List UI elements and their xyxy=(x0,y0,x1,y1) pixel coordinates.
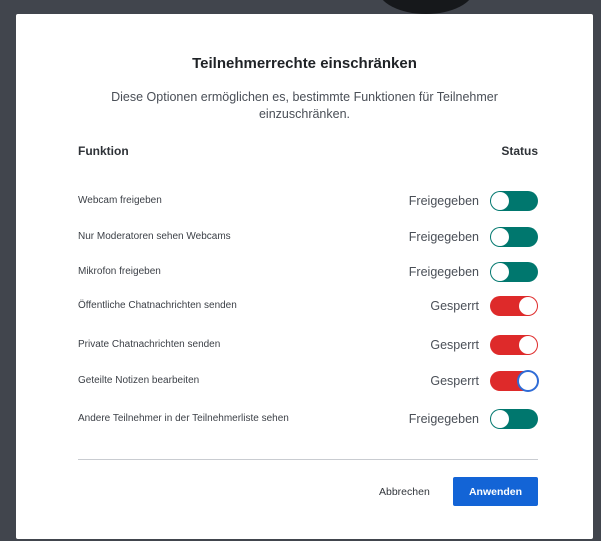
toggle-knob xyxy=(519,297,537,315)
row-status-text: Gesperrt xyxy=(430,299,479,313)
background-overlay xyxy=(378,0,474,14)
toggle-public-chat[interactable] xyxy=(490,296,538,316)
row-status-text: Freigegeben xyxy=(408,230,479,244)
toggle-knob xyxy=(519,336,537,354)
row-shared-notes: Geteilte Notizen bearbeiten Gesperrt xyxy=(78,366,538,396)
modal-description: Diese Optionen ermöglichen es, bestimmte… xyxy=(111,90,498,121)
toggle-microphone[interactable] xyxy=(490,262,538,282)
row-status-text: Freigegeben xyxy=(408,412,479,426)
row-public-chat: Öffentliche Chatnachrichten senden Gespe… xyxy=(78,291,538,321)
toggle-private-chat[interactable] xyxy=(490,335,538,355)
toggle-user-list[interactable] xyxy=(490,409,538,429)
row-label: Andere Teilnehmer in der Teilnehmerliste… xyxy=(78,413,289,424)
toggle-see-other-webcams[interactable] xyxy=(490,227,538,247)
row-label: Private Chatnachrichten senden xyxy=(78,339,221,350)
toggle-webcam[interactable] xyxy=(490,191,538,211)
row-see-other-webcams: Nur Moderatoren sehen Webcams Freigegebe… xyxy=(78,222,538,252)
toggle-shared-notes[interactable] xyxy=(490,371,538,391)
row-label: Öffentliche Chatnachrichten senden xyxy=(78,300,237,311)
row-status-text: Freigegeben xyxy=(408,194,479,208)
row-webcam: Webcam freigeben Freigegeben xyxy=(78,186,538,216)
toggle-knob xyxy=(491,263,509,281)
row-status-text: Freigegeben xyxy=(408,265,479,279)
column-header-status: Status xyxy=(501,144,538,158)
row-microphone: Mikrofon freigeben Freigegeben xyxy=(78,257,538,287)
column-header-funktion: Funktion xyxy=(78,144,129,158)
row-user-list: Andere Teilnehmer in der Teilnehmerliste… xyxy=(78,404,538,434)
apply-button[interactable]: Anwenden xyxy=(453,477,538,506)
divider xyxy=(78,459,538,460)
modal-title: Teilnehmerrechte einschränken xyxy=(192,55,417,72)
toggle-knob xyxy=(491,228,509,246)
toggle-knob xyxy=(491,192,509,210)
row-private-chat: Private Chatnachrichten senden Gesperrt xyxy=(78,330,538,360)
row-label: Nur Moderatoren sehen Webcams xyxy=(78,231,231,242)
row-label: Geteilte Notizen bearbeiten xyxy=(78,375,200,386)
cancel-button[interactable]: Abbrechen xyxy=(379,486,430,498)
toggle-knob xyxy=(491,410,509,428)
toggle-knob xyxy=(519,372,537,390)
row-label: Mikrofon freigeben xyxy=(78,266,161,277)
row-status-text: Gesperrt xyxy=(430,338,479,352)
row-label: Webcam freigeben xyxy=(78,195,162,206)
lock-viewers-modal: Teilnehmerrechte einschränken Diese Opti… xyxy=(16,14,593,539)
row-status-text: Gesperrt xyxy=(430,374,479,388)
